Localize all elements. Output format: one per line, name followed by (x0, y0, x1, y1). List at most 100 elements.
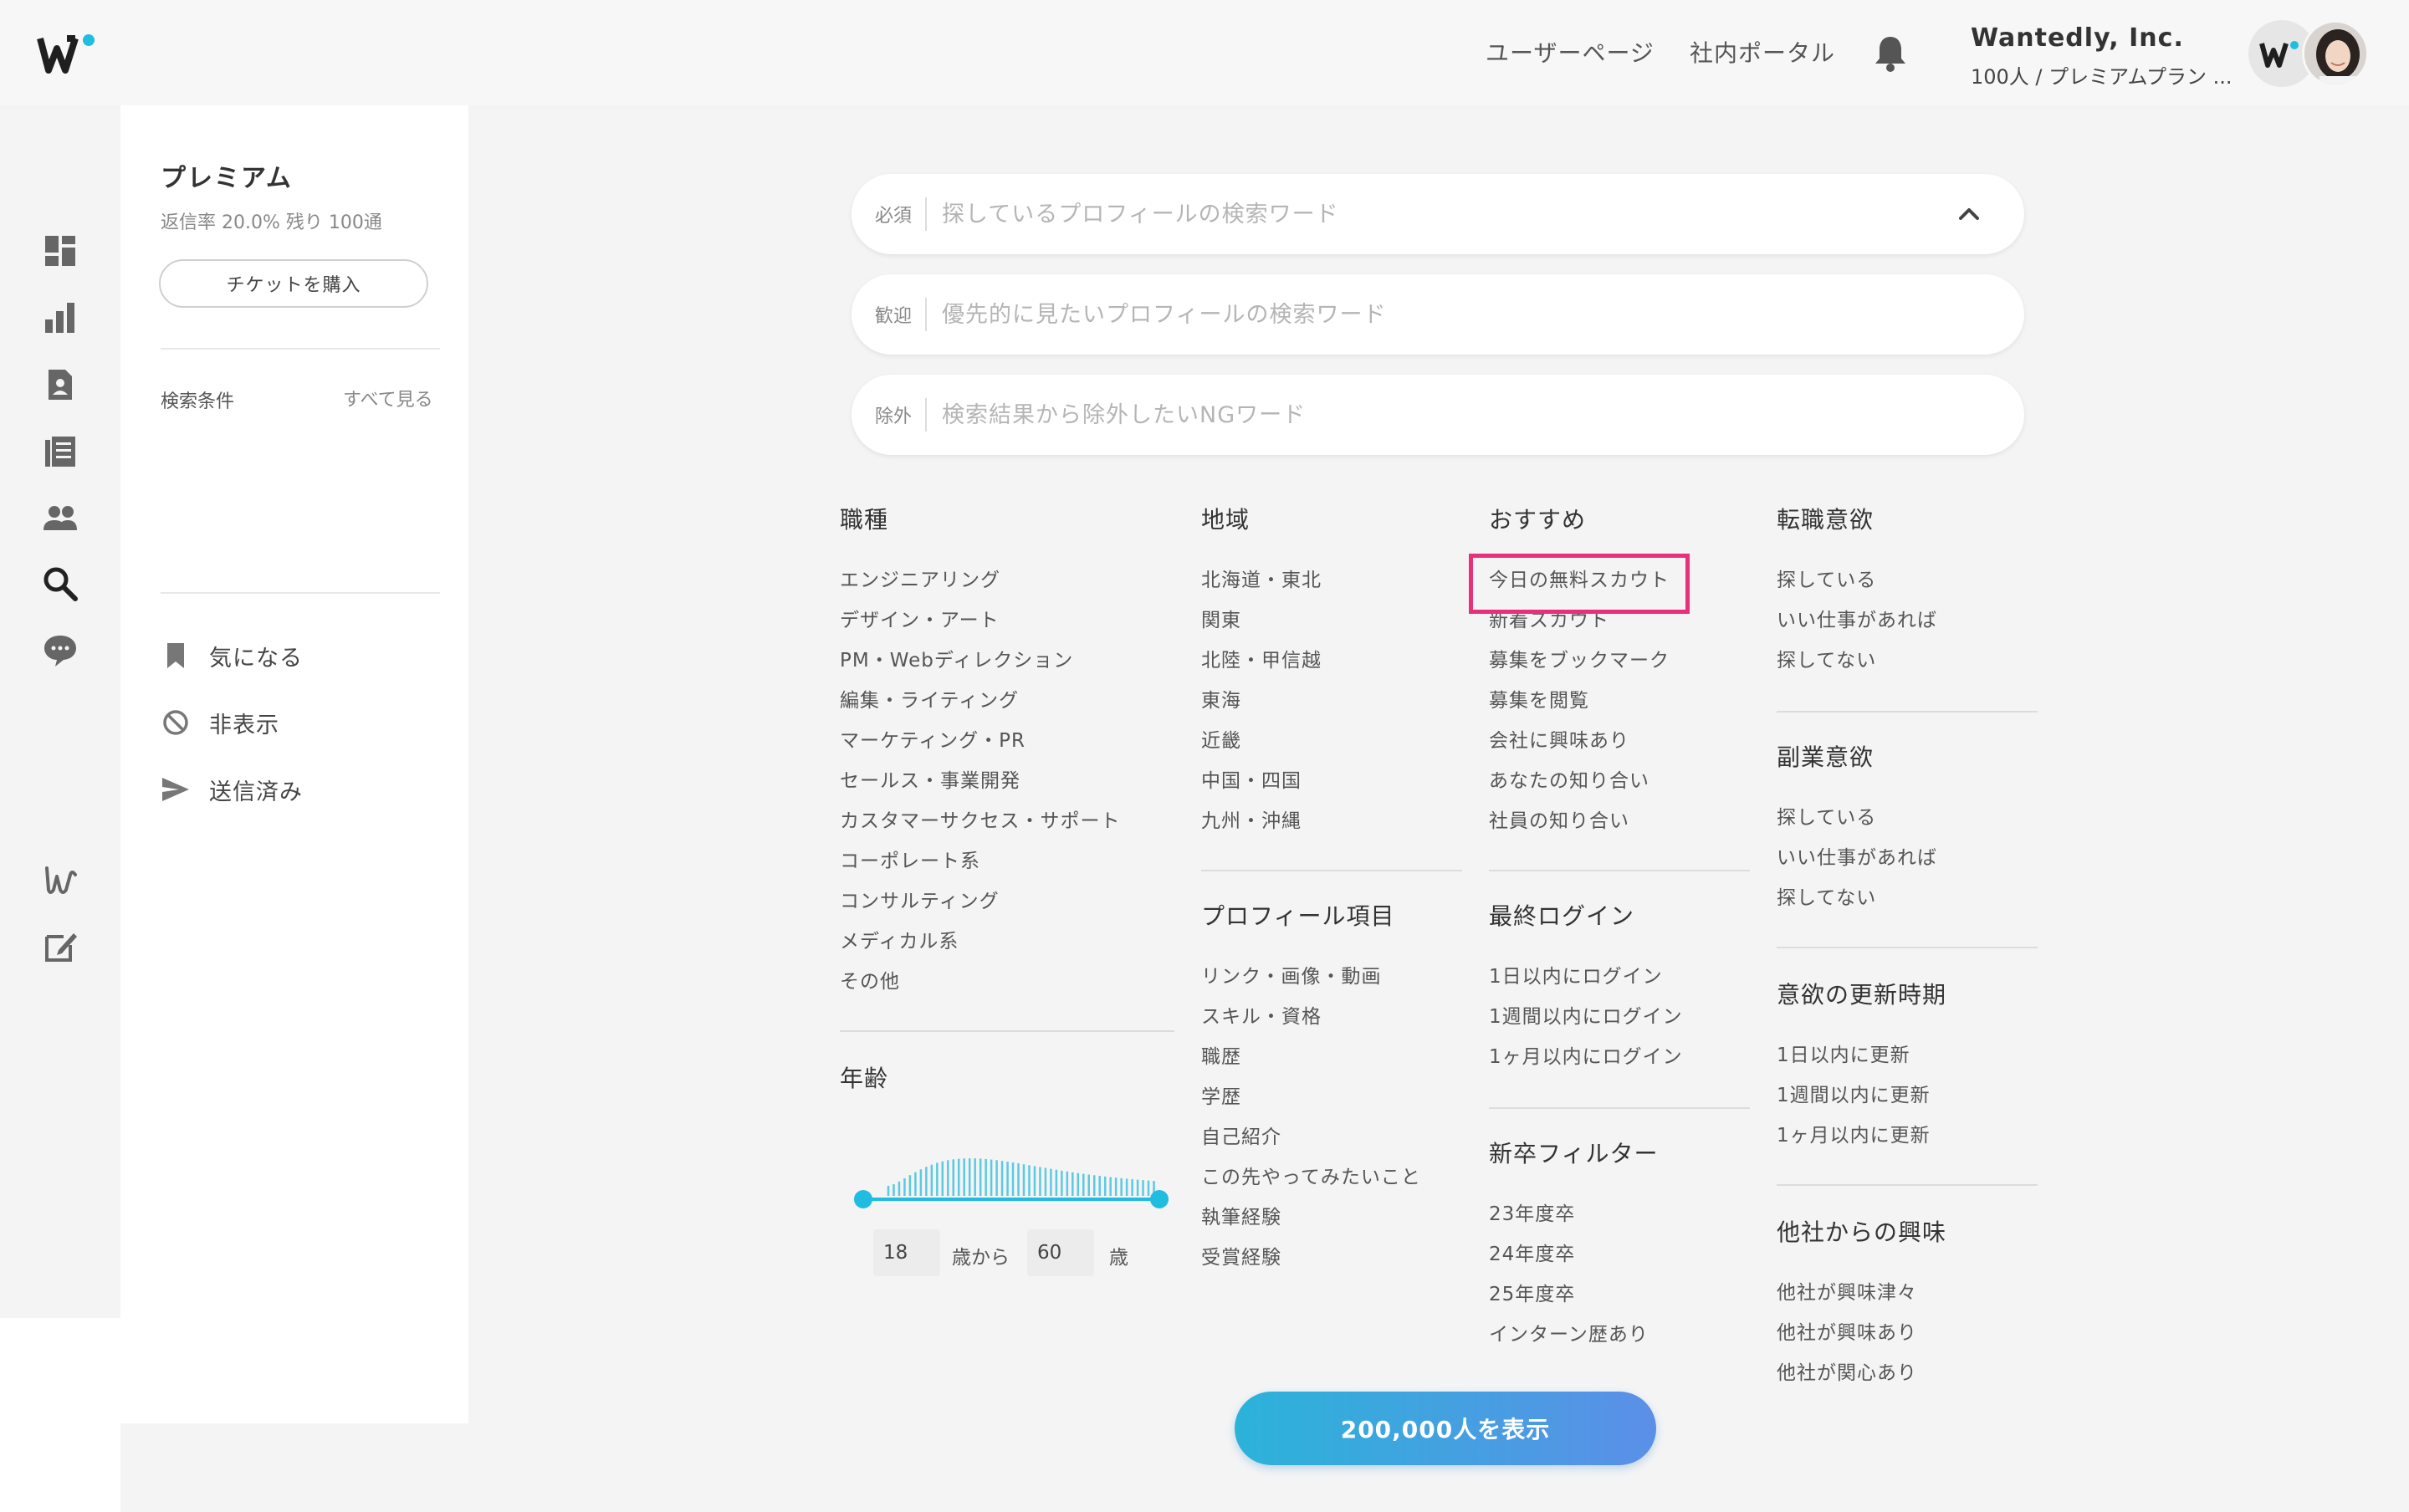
region-title: 地域 (1201, 506, 1251, 534)
job-change-option[interactable]: 探している (1777, 560, 2038, 600)
profile-item-option[interactable]: 執筆経験 (1201, 1198, 1462, 1238)
profile-item-option[interactable]: 学歴 (1201, 1077, 1462, 1117)
region-option[interactable]: 九州・沖縄 (1201, 801, 1462, 841)
job-type-option[interactable]: コーポレート系 (840, 841, 1174, 881)
job-type-option[interactable]: エンジニアリング (840, 560, 1174, 600)
job-type-option[interactable]: PM・Webディレクション (840, 641, 1174, 681)
region-option[interactable]: 近畿 (1201, 721, 1462, 761)
other-company-interest-title: 他社からの興味 (1777, 1218, 1947, 1246)
required-keyword-input[interactable] (942, 201, 1863, 227)
job-change-option[interactable]: 探してない (1777, 641, 2038, 681)
age-from-input[interactable]: 18 (873, 1229, 940, 1276)
company-name[interactable]: Wantedly, Inc. (1971, 23, 2184, 53)
job-type-option[interactable]: デザイン・アート (840, 600, 1174, 641)
new-grad-option[interactable]: 24年度卒 (1489, 1234, 1750, 1274)
job-change-option[interactable]: いい仕事があれば (1777, 600, 2038, 641)
sidebar-item-sent[interactable]: 送信済み (161, 769, 303, 810)
job-type-title: 職種 (840, 506, 889, 534)
age-max-handle[interactable] (1150, 1190, 1169, 1208)
update-timing-option[interactable]: 1週間以内に更新 (1777, 1075, 2038, 1116)
last-login-option[interactable]: 1ヶ月以内にログイン (1489, 1037, 1750, 1077)
other-company-interest-option[interactable]: 他社が関心あり (1777, 1353, 2038, 1393)
wantedly-logo[interactable] (37, 32, 104, 79)
top-header: ユーザーページ 社内ポータル Wantedly, Inc. 100人 / プレミ… (0, 0, 2409, 105)
profile-item-option[interactable]: スキル・資格 (1201, 997, 1462, 1037)
nav-user-page[interactable]: ユーザーページ (1486, 35, 1655, 69)
new-grad-option[interactable]: 25年度卒 (1489, 1274, 1750, 1315)
chat-icon[interactable] (42, 632, 79, 669)
profile-item-option[interactable]: この先やってみたいこと (1201, 1157, 1462, 1198)
recommend-option[interactable]: 社員の知り合い (1489, 801, 1750, 841)
analytics-icon[interactable] (42, 299, 79, 336)
recommend-option[interactable]: 募集をブックマーク (1489, 641, 1750, 681)
age-histogram[interactable] (850, 1112, 1171, 1221)
exclude-tag: 除外 (875, 398, 928, 432)
column-divider (1777, 1184, 2038, 1186)
chevron-up-icon[interactable] (1954, 199, 1984, 229)
exclude-keyword-input[interactable] (942, 401, 1863, 428)
search-icon[interactable] (42, 565, 79, 602)
rail-bottom-area (0, 1318, 120, 1512)
see-all-link[interactable]: すべて見る (343, 385, 433, 411)
recommend-option[interactable]: あなたの知り合い (1489, 761, 1750, 801)
column-divider (840, 1030, 1174, 1032)
age-to-input[interactable]: 60 (1027, 1229, 1094, 1276)
region-option[interactable]: 北陸・甲信越 (1201, 641, 1462, 681)
buy-ticket-button[interactable]: チケットを購入 (159, 259, 428, 308)
age-min-handle[interactable] (854, 1190, 872, 1208)
welcome-keyword-input[interactable] (942, 301, 1863, 328)
people-icon[interactable] (42, 500, 79, 537)
side-job-option[interactable]: いい仕事があれば (1777, 838, 2038, 878)
sidebar-item-hidden[interactable]: 非表示 (161, 702, 279, 743)
profile-item-option[interactable]: リンク・画像・動画 (1201, 957, 1462, 997)
job-type-option[interactable]: その他 (840, 962, 1174, 1002)
job-change-title: 転職意欲 (1777, 506, 1875, 534)
sidebar-item-bookmarked[interactable]: 気になる (161, 636, 303, 676)
nav-company-portal[interactable]: 社内ポータル (1690, 35, 1835, 69)
job-change-section: 転職意欲 探している いい仕事があれば 探してない (1777, 502, 2038, 681)
update-timing-title: 意欲の更新時期 (1777, 981, 1947, 1009)
job-type-option[interactable]: コンサルティング (840, 881, 1174, 922)
new-grad-option[interactable]: 23年度卒 (1489, 1194, 1750, 1234)
list-icon[interactable] (42, 433, 79, 470)
side-job-option[interactable]: 探している (1777, 798, 2038, 838)
job-type-option[interactable]: 編集・ライティング (840, 681, 1174, 721)
last-login-option[interactable]: 1日以内にログイン (1489, 957, 1750, 997)
recommend-option[interactable]: 募集を閲覧 (1489, 681, 1750, 721)
region-section: 地域 北海道・東北 関東 北陸・甲信越 東海 近畿 中国・四国 九州・沖縄 (1201, 502, 1462, 841)
update-timing-option[interactable]: 1ヶ月以内に更新 (1777, 1116, 2038, 1156)
job-type-option[interactable]: マーケティング・PR (840, 721, 1174, 761)
send-icon (161, 774, 191, 805)
region-option[interactable]: 北海道・東北 (1201, 560, 1462, 600)
profile-item-option[interactable]: 受賞経験 (1201, 1238, 1462, 1278)
job-type-option[interactable]: セールス・事業開発 (840, 761, 1174, 801)
update-timing-option[interactable]: 1日以内に更新 (1777, 1035, 2038, 1075)
sidebar-divider (161, 348, 440, 350)
other-company-interest-option[interactable]: 他社が興味あり (1777, 1313, 2038, 1353)
user-avatar[interactable] (2302, 20, 2369, 87)
recommend-option[interactable]: 会社に興味あり (1489, 721, 1750, 761)
job-type-option[interactable]: カスタマーサクセス・サポート (840, 801, 1174, 841)
region-option[interactable]: 中国・四国 (1201, 761, 1462, 801)
wantedly-icon[interactable] (42, 861, 79, 898)
new-grad-option[interactable]: インターン歴あり (1489, 1315, 1750, 1355)
side-job-option[interactable]: 探してない (1777, 878, 2038, 918)
recommend-section: おすすめ 今日の無料スカウト 新着スカウト 募集をブックマーク 募集を閲覧 会社に興味あ… (1489, 502, 1750, 841)
other-company-interest-section: 他社からの興味 他社が興味津々 他社が興味あり 他社が関心あり (1777, 1214, 2038, 1393)
region-option[interactable]: 東海 (1201, 681, 1462, 721)
region-option[interactable]: 関東 (1201, 600, 1462, 641)
show-results-button[interactable]: 200,000人を表示 (1235, 1392, 1656, 1465)
age-from-suffix: 歳から (952, 1247, 1010, 1269)
other-company-interest-option[interactable]: 他社が興味津々 (1777, 1273, 2038, 1313)
profile-card-icon[interactable] (42, 366, 79, 403)
user-photo-icon (2304, 23, 2366, 84)
bell-icon[interactable] (1872, 33, 1909, 74)
job-type-section: 職種 エンジニアリング デザイン・アート PM・Webディレクション 編集・ライティン… (840, 502, 1174, 1002)
profile-item-option[interactable]: 自己紹介 (1201, 1117, 1462, 1157)
dashboard-icon[interactable] (42, 232, 79, 269)
hidden-icon (161, 707, 191, 738)
last-login-option[interactable]: 1週間以内にログイン (1489, 997, 1750, 1037)
edit-icon[interactable] (42, 928, 79, 965)
profile-item-option[interactable]: 職歴 (1201, 1037, 1462, 1077)
job-type-option[interactable]: メディカル系 (840, 922, 1174, 962)
